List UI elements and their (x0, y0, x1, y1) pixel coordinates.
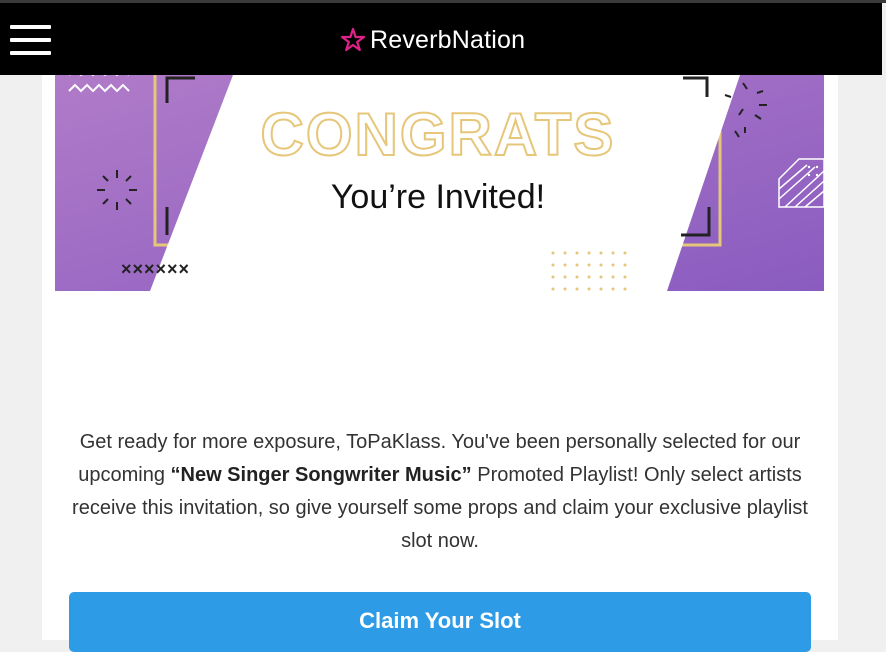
brand-logo[interactable]: ReverbNation (340, 25, 525, 55)
invited-subheadline: You’re Invited! (331, 178, 545, 216)
hamburger-menu-icon[interactable] (10, 25, 52, 57)
invitation-message: Get ready for more exposure, ToPaKlass. … (72, 431, 808, 552)
playlist-name: “New Singer Songwriter Music” (170, 464, 472, 486)
invitation-banner: CONGRATS You’re Invited! ×××××× (55, 75, 824, 291)
claim-slot-button[interactable]: Claim Your Slot (69, 592, 811, 652)
app-header: ReverbNation (0, 3, 882, 75)
brand-name: ReverbNation (370, 25, 526, 54)
star-icon (340, 27, 366, 52)
x-marks-decor: ×××××× (121, 259, 190, 279)
congrats-headline: CONGRATS (261, 101, 616, 168)
